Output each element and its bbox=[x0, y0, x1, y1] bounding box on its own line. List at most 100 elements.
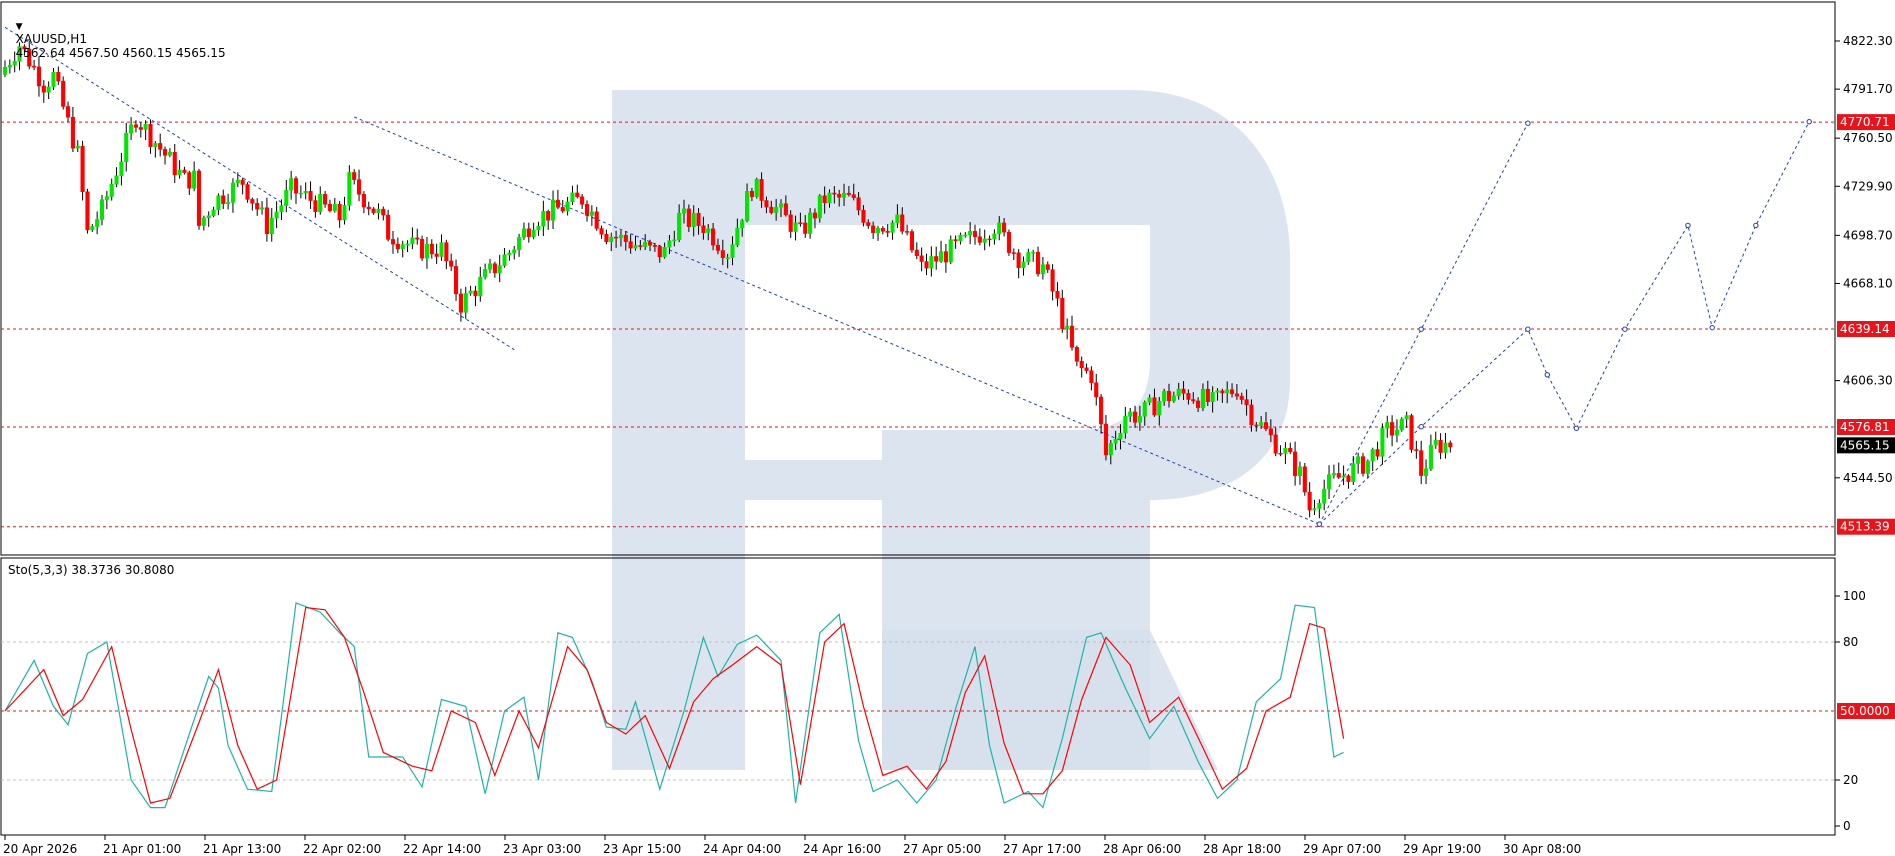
candle-body bbox=[36, 66, 42, 87]
candle-body bbox=[235, 179, 240, 184]
candle-body bbox=[119, 161, 124, 177]
candle-body bbox=[2, 66, 8, 75]
candle-body bbox=[342, 205, 347, 221]
stoch-tick-label: 0 bbox=[1843, 819, 1851, 833]
candle-body bbox=[386, 214, 391, 240]
forecast-node bbox=[1753, 222, 1759, 229]
candle-body bbox=[298, 192, 303, 195]
candle-body bbox=[99, 199, 105, 220]
candle-body bbox=[764, 200, 769, 208]
candle-body bbox=[939, 251, 944, 262]
candle-body bbox=[497, 265, 502, 274]
candle-body bbox=[1069, 325, 1075, 348]
candle-body bbox=[478, 276, 483, 297]
candle-body bbox=[987, 238, 992, 241]
candle-body bbox=[1031, 251, 1036, 254]
candle-body bbox=[1099, 396, 1104, 425]
candle-body bbox=[551, 199, 556, 221]
time-tick-label: 29 Apr 07:00 bbox=[1303, 842, 1381, 856]
candle-body bbox=[347, 172, 352, 206]
candle-body bbox=[866, 222, 871, 227]
candle-body bbox=[1016, 252, 1021, 269]
candle-body bbox=[133, 124, 138, 128]
candle-body bbox=[599, 228, 604, 235]
candle-body bbox=[1433, 439, 1438, 446]
candle-body bbox=[192, 170, 197, 189]
candle-body bbox=[677, 212, 682, 240]
candle-body bbox=[138, 127, 143, 130]
candle-body bbox=[507, 252, 512, 255]
forecast-node bbox=[1418, 326, 1424, 332]
candle-body bbox=[1011, 252, 1016, 254]
candle-body bbox=[691, 213, 696, 227]
candle-body bbox=[759, 179, 764, 201]
price-tick-label: 4668.10 bbox=[1843, 276, 1893, 290]
candle-body bbox=[584, 204, 590, 216]
candle-body bbox=[104, 196, 109, 200]
candle-body bbox=[85, 191, 90, 231]
candle-body bbox=[1297, 466, 1303, 477]
candle-body bbox=[609, 236, 614, 243]
candle-body bbox=[1045, 264, 1050, 270]
candle-body bbox=[129, 124, 134, 134]
candle-body bbox=[1171, 395, 1176, 402]
candle-body bbox=[749, 190, 754, 197]
logo-r-leg bbox=[882, 630, 1218, 770]
candle-body bbox=[623, 234, 628, 242]
candle-body bbox=[1128, 411, 1133, 417]
candle-body bbox=[163, 149, 168, 156]
forecast-node bbox=[1525, 120, 1531, 126]
candle-body bbox=[754, 179, 759, 197]
candle-body bbox=[798, 222, 803, 224]
candle-body bbox=[531, 229, 536, 238]
candle-body bbox=[1166, 390, 1172, 402]
candle-body bbox=[740, 220, 745, 229]
candle-body bbox=[303, 191, 308, 194]
candle-body bbox=[487, 263, 493, 270]
collapse-triangle-icon[interactable]: ▼ bbox=[16, 22, 23, 32]
candle-body bbox=[46, 86, 51, 93]
candle-body bbox=[817, 195, 822, 219]
candle-body bbox=[1404, 415, 1409, 420]
candle-body bbox=[1249, 404, 1254, 426]
candle-body bbox=[1424, 468, 1429, 476]
candle-body bbox=[711, 228, 716, 246]
candle-body bbox=[924, 261, 929, 269]
candle-body bbox=[449, 260, 454, 267]
level-label: 4576.81 bbox=[1840, 420, 1890, 434]
candle-body bbox=[1351, 463, 1356, 482]
candle-body bbox=[1390, 422, 1395, 436]
candle-body bbox=[905, 231, 910, 233]
candle-body bbox=[788, 214, 793, 232]
candle-body bbox=[361, 193, 366, 208]
candle-body bbox=[871, 225, 876, 234]
candle-body bbox=[424, 243, 429, 259]
candle-body bbox=[783, 203, 788, 216]
candle-body bbox=[366, 206, 371, 210]
candle-body bbox=[61, 80, 66, 107]
forecast-node bbox=[1573, 425, 1580, 431]
candle-body bbox=[245, 184, 250, 200]
candle-body bbox=[1196, 400, 1201, 409]
candle-body bbox=[618, 234, 624, 239]
candle-body bbox=[652, 245, 657, 247]
candle-body bbox=[1380, 428, 1385, 457]
candle-body bbox=[1356, 456, 1361, 464]
candle-body bbox=[473, 290, 478, 297]
candle-body bbox=[1331, 473, 1336, 476]
candle-body bbox=[269, 217, 274, 235]
candle-body bbox=[434, 253, 439, 257]
candle-body bbox=[696, 213, 701, 227]
candle-body bbox=[211, 209, 216, 216]
candle-body bbox=[1341, 475, 1346, 478]
candle-body bbox=[1385, 422, 1390, 429]
candle-body bbox=[1113, 438, 1118, 444]
candle-body bbox=[1409, 415, 1414, 450]
candle-body bbox=[992, 233, 997, 240]
price-chart[interactable]: 4822.30 4791.70 4760.50 4729.90 4698.70 4668.… bbox=[0, 0, 1895, 856]
candle-body bbox=[95, 219, 100, 227]
forecast-node bbox=[1525, 326, 1531, 332]
candle-body bbox=[1050, 269, 1055, 292]
candle-body bbox=[977, 236, 982, 243]
candle-body bbox=[919, 255, 924, 262]
